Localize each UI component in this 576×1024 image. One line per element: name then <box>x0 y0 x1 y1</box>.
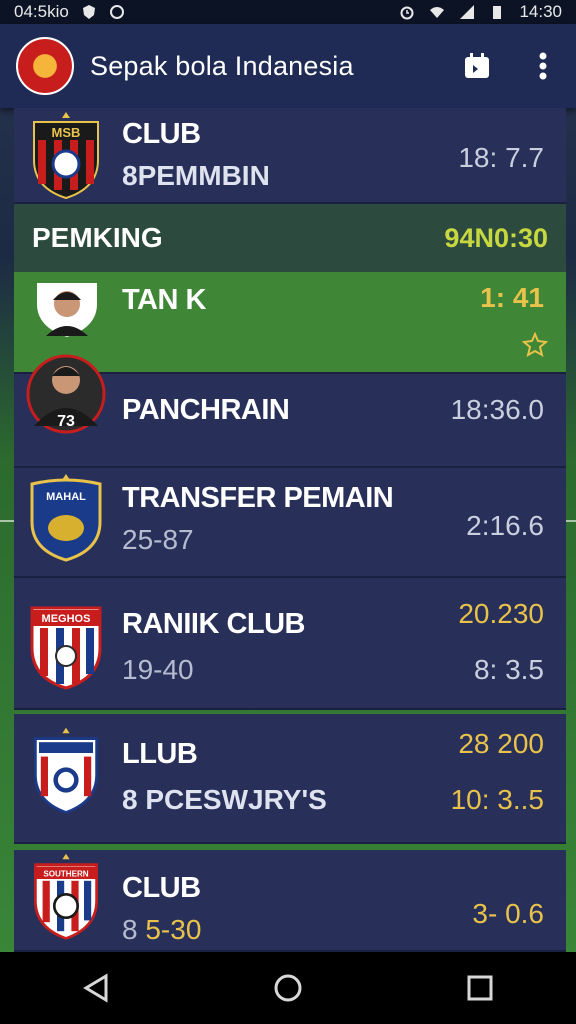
more-options-button[interactable] <box>526 49 560 83</box>
club-time: 2:16.6 <box>466 510 544 541</box>
club-subtitle: 8PEMMBIN <box>122 160 270 191</box>
club-crest-icon <box>34 727 98 814</box>
club-crest-icon: MSB <box>33 112 99 200</box>
club-time: 10: 3..5 <box>450 784 544 815</box>
club-subtitle: 8 5-30 <box>122 914 202 945</box>
battery-icon <box>493 6 502 19</box>
club-name: LLUB <box>122 738 198 770</box>
crest-label: MSB <box>52 125 81 140</box>
club-crest-icon: MEGHOS <box>30 606 102 690</box>
back-button[interactable] <box>76 968 116 1008</box>
trophy-icon <box>522 332 548 358</box>
player-shield-icon <box>35 281 99 340</box>
list-item[interactable]: MEGHOS RANIIK CLUB 19-40 20.230 8: 3.5 <box>14 578 566 710</box>
player-time: 18:36.0 <box>450 394 544 425</box>
club-score: 19-40 <box>122 654 194 685</box>
notification-icon <box>109 5 124 19</box>
shield-icon <box>82 5 95 19</box>
recents-button[interactable] <box>460 968 500 1008</box>
wifi-icon <box>430 7 445 18</box>
club-name: RANIIK CLUB <box>122 608 306 640</box>
player-avatar: 73 <box>26 354 106 434</box>
home-button[interactable] <box>268 968 308 1008</box>
club-time-top: 20.230 <box>458 598 544 629</box>
link-icon: 8 <box>122 784 146 815</box>
section-title: PEMKING <box>32 222 163 253</box>
club-name: CLUB <box>122 872 201 904</box>
crest-label: SOUTHERN <box>43 869 88 878</box>
signal-icon <box>460 5 475 19</box>
club-time: 18: 7.7 <box>458 142 544 173</box>
app-bar: Sepak bola Indanesia <box>0 24 576 108</box>
club-crest-icon: SOUTHERN <box>34 853 98 940</box>
section-value: 94N0:30 <box>444 222 548 253</box>
app-logo <box>16 37 74 95</box>
club-time: 3- 0.6 <box>472 898 544 929</box>
club-name: TRANSFER PEMAIN <box>122 482 394 514</box>
status-time: 14:30 <box>519 2 562 21</box>
club-crest-icon: MAHAL <box>30 474 102 562</box>
player-time: 1: 41 <box>480 282 544 313</box>
more-vert-icon <box>539 52 547 80</box>
club-score: 25-87 <box>122 524 194 555</box>
back-icon <box>83 973 108 1003</box>
status-left-text: 04:5kio <box>14 2 69 21</box>
club-subtitle: 8 PCESWJRY'S <box>122 784 327 815</box>
crest-label: MEGHOS <box>42 613 91 625</box>
list-item[interactable]: MAHAL TRANSFER PEMAIN 25-87 2:16.6 <box>14 468 566 578</box>
home-icon <box>274 974 302 1002</box>
player-name: TAN K <box>122 284 206 316</box>
list-item[interactable]: 73 PANCHRAIN 18:36.0 <box>14 354 566 468</box>
status-bar: 04:5kio 14:30 <box>0 0 576 24</box>
list-item[interactable]: LLUB 8 PCESWJRY'S 28 200 10: 3..5 <box>14 714 566 844</box>
recents-icon <box>467 975 493 1001</box>
crest-label: MAHAL <box>46 491 86 503</box>
list-item[interactable]: MSB CLUB 8PEMMBIN 18: 7.7 <box>14 108 566 204</box>
calendar-button[interactable] <box>460 49 494 83</box>
app-title: Sepak bola Indanesia <box>90 50 354 81</box>
link-icon: 8 <box>122 914 146 945</box>
section-header: PEMKING 94N0:30 <box>14 204 566 272</box>
club-name: CLUB <box>122 118 201 150</box>
system-nav-bar <box>0 952 576 1024</box>
jersey-number: 73 <box>57 413 75 430</box>
link-icon: 8 <box>122 160 138 191</box>
list-item[interactable]: SOUTHERN CLUB 8 5-30 3- 0.6 <box>14 850 566 952</box>
alarm-icon <box>400 6 414 20</box>
player-name: PANCHRAIN <box>122 394 290 426</box>
club-time: 8: 3.5 <box>473 654 544 685</box>
calendar-icon <box>465 53 489 78</box>
club-time-top: 28 200 <box>458 728 544 759</box>
